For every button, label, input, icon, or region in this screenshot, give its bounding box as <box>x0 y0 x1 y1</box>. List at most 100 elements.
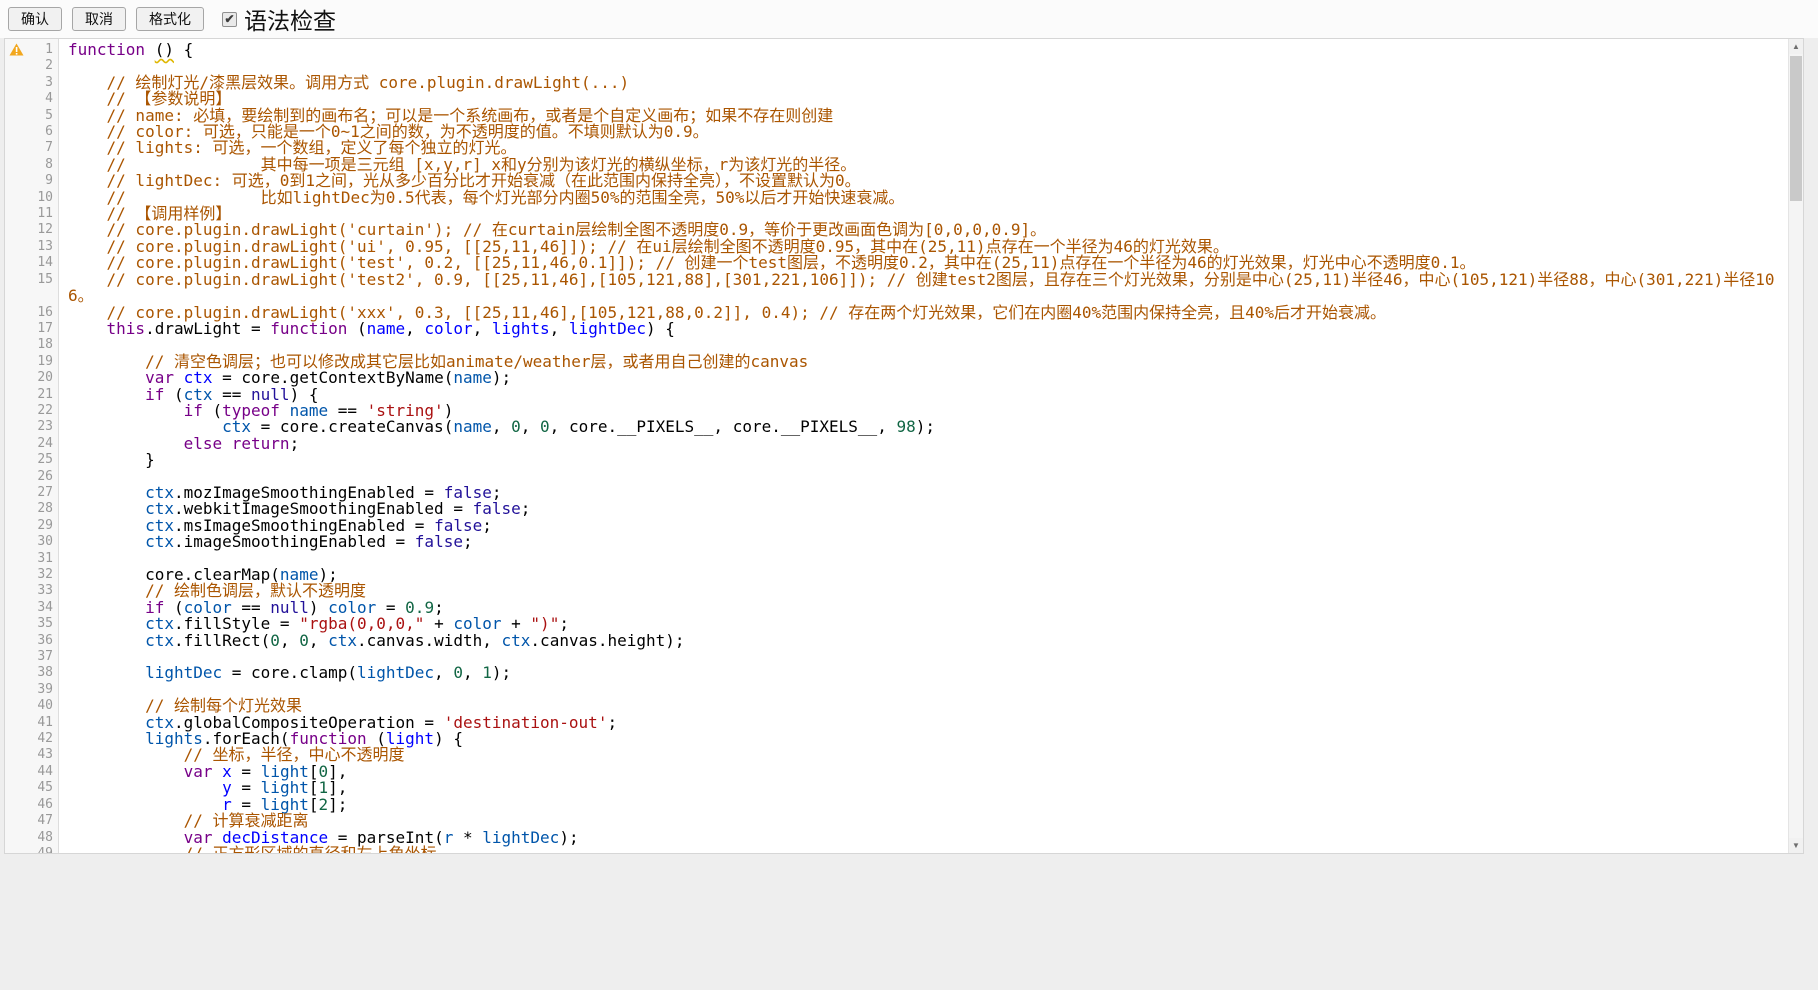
line-gutter: 4 <box>5 91 59 107</box>
line-number: 20 <box>37 370 53 386</box>
line-number: 45 <box>37 780 53 796</box>
line-number: 49 <box>37 846 53 854</box>
line-gutter: 27 <box>5 485 59 501</box>
line-gutter: 14 <box>5 255 59 271</box>
code-line-text[interactable]: ctx.imageSmoothingEnabled = false; <box>59 534 1788 550</box>
line-number: 8 <box>45 157 53 173</box>
line-number: 37 <box>37 649 53 665</box>
code-line-text[interactable]: // 正方形区域的直径和左上角坐标 <box>59 846 1788 854</box>
line-number: 43 <box>37 747 53 763</box>
line-number: 27 <box>37 485 53 501</box>
format-button[interactable]: 格式化 <box>136 7 204 31</box>
code-line-text[interactable]: // 绘制灯光/漆黑层效果。调用方式 core.plugin.drawLight… <box>59 75 1788 91</box>
line-gutter: 35 <box>5 616 59 632</box>
line-gutter: 12 <box>5 222 59 238</box>
line-gutter: 42 <box>5 731 59 747</box>
line-gutter: 40 <box>5 698 59 714</box>
line-number: 15 <box>37 272 53 288</box>
line-number: 31 <box>37 551 53 567</box>
vertical-scrollbar[interactable]: ▲ ▼ <box>1788 39 1803 853</box>
line-gutter: 11 <box>5 206 59 222</box>
code-line-text[interactable] <box>59 682 1788 698</box>
line-number: 38 <box>37 665 53 681</box>
line-number: 16 <box>37 305 53 321</box>
line-gutter: 2 <box>5 58 59 74</box>
line-number: 36 <box>37 633 53 649</box>
code-line-text[interactable]: } <box>59 452 1788 468</box>
line-number: 6 <box>45 124 53 140</box>
line-number: 18 <box>37 337 53 353</box>
line-gutter: 13 <box>5 239 59 255</box>
cancel-button[interactable]: 取消 <box>72 7 126 31</box>
code-editor[interactable]: 1 function () {2 3 // 绘制灯光/漆黑层效果。调用方式 cor… <box>4 38 1804 854</box>
code-line: 3 // 绘制灯光/漆黑层效果。调用方式 core.plugin.drawLig… <box>5 75 1788 91</box>
line-gutter: 9 <box>5 173 59 189</box>
line-gutter: 3 <box>5 75 59 91</box>
line-number: 42 <box>37 731 53 747</box>
line-gutter: 17 <box>5 321 59 337</box>
code-line: 24 else return; <box>5 436 1788 452</box>
line-number: 13 <box>37 239 53 255</box>
line-number: 34 <box>37 600 53 616</box>
code-line-text[interactable]: // core.plugin.drawLight('test2', 0.9, [… <box>59 272 1788 305</box>
line-gutter: 16 <box>5 305 59 321</box>
code-line-text[interactable]: r = light[2]; <box>59 797 1788 813</box>
line-gutter: 34 <box>5 600 59 616</box>
scroll-down-button[interactable]: ▼ <box>1789 838 1803 853</box>
checkmark-icon: ✔ <box>224 12 234 26</box>
code-line-text[interactable]: ctx = core.createCanvas(name, 0, 0, core… <box>59 419 1788 435</box>
line-number: 48 <box>37 830 53 846</box>
scrollbar-thumb[interactable] <box>1790 56 1802 201</box>
code-line-text[interactable]: function () { <box>59 42 1788 58</box>
confirm-button[interactable]: 确认 <box>8 7 62 31</box>
warning-icon[interactable] <box>9 43 25 57</box>
line-number: 11 <box>37 206 53 222</box>
line-gutter: 46 <box>5 797 59 813</box>
line-number: 29 <box>37 518 53 534</box>
code-line-text[interactable]: lightDec = core.clamp(lightDec, 0, 1); <box>59 665 1788 681</box>
scroll-up-button[interactable]: ▲ <box>1789 39 1803 54</box>
code-line: 49 // 正方形区域的直径和左上角坐标 <box>5 846 1788 854</box>
line-number: 41 <box>37 715 53 731</box>
code-line-text[interactable]: ctx.fillRect(0, 0, ctx.canvas.width, ctx… <box>59 633 1788 649</box>
line-number: 30 <box>37 534 53 550</box>
line-gutter: 43 <box>5 747 59 763</box>
line-number: 25 <box>37 452 53 468</box>
line-number: 32 <box>37 567 53 583</box>
line-number: 1 <box>45 42 53 58</box>
line-number: 24 <box>37 436 53 452</box>
line-number: 35 <box>37 616 53 632</box>
line-gutter: 10 <box>5 190 59 206</box>
line-number: 33 <box>37 583 53 599</box>
line-number: 22 <box>37 403 53 419</box>
line-number: 3 <box>45 75 53 91</box>
code-line-text[interactable]: else return; <box>59 436 1788 452</box>
line-gutter: 37 <box>5 649 59 665</box>
line-number: 39 <box>37 682 53 698</box>
code-line-text[interactable]: // 比如lightDec为0.5代表，每个灯光部分内圈50%的范围全亮，50%… <box>59 190 1788 206</box>
code-line: 36 ctx.fillRect(0, 0, ctx.canvas.width, … <box>5 633 1788 649</box>
line-gutter: 7 <box>5 140 59 156</box>
syntax-check-label: 语法检查 <box>244 2 336 36</box>
line-gutter: 38 <box>5 665 59 681</box>
line-number: 19 <box>37 354 53 370</box>
line-gutter: 41 <box>5 715 59 731</box>
line-gutter: 26 <box>5 469 59 485</box>
line-number: 44 <box>37 764 53 780</box>
line-number: 7 <box>45 140 53 156</box>
line-gutter: 25 <box>5 452 59 468</box>
line-gutter: 23 <box>5 419 59 435</box>
line-number: 14 <box>37 255 53 271</box>
line-number: 4 <box>45 91 53 107</box>
code-lines[interactable]: 1 function () {2 3 // 绘制灯光/漆黑层效果。调用方式 cor… <box>5 42 1788 854</box>
line-gutter: 44 <box>5 764 59 780</box>
line-number: 21 <box>37 387 53 403</box>
line-number: 17 <box>37 321 53 337</box>
syntax-check-checkbox[interactable]: ✔ <box>222 12 237 27</box>
line-gutter: 48 <box>5 830 59 846</box>
line-gutter: 24 <box>5 436 59 452</box>
code-line-text[interactable]: this.drawLight = function (name, color, … <box>59 321 1788 337</box>
line-gutter: 21 <box>5 387 59 403</box>
line-gutter: 22 <box>5 403 59 419</box>
code-line: 25 } <box>5 452 1788 468</box>
